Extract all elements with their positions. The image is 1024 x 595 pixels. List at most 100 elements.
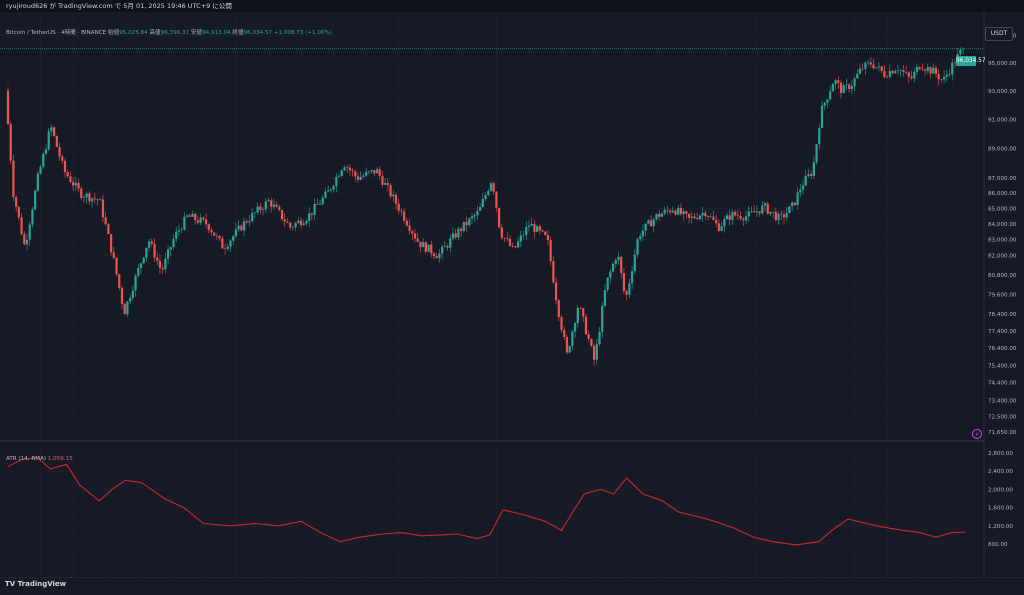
candle-body [237, 225, 240, 230]
candle-body [389, 185, 392, 197]
candle-body [603, 290, 607, 306]
candle-body [481, 199, 484, 208]
candle-body [571, 331, 574, 347]
candle-body [867, 62, 870, 64]
high-label: 高値 [149, 30, 161, 36]
candle-body [378, 169, 381, 176]
candle-body [283, 219, 286, 222]
candle-body [823, 102, 826, 106]
candle-body [207, 224, 210, 231]
candle-body [693, 216, 696, 219]
candle-body [20, 217, 23, 235]
candle-body [649, 220, 653, 227]
candle-body [880, 66, 883, 71]
candle-body [55, 135, 58, 147]
atr-value: 1,059.15 [47, 456, 73, 462]
candle-body [796, 192, 799, 206]
candle-body [386, 183, 389, 186]
candle-body [88, 193, 91, 202]
candle-body [861, 68, 864, 70]
atr-axis[interactable]: 2,800.00 2,400.00 2,000.00 1,600.00 1,200.00… [988, 451, 1013, 548]
candle-body [902, 70, 905, 73]
candle-body [107, 224, 110, 234]
candle-body [134, 275, 137, 291]
candle-body [261, 209, 265, 211]
currency-selector[interactable]: USDT [985, 27, 1013, 41]
candle-body [359, 176, 362, 180]
candle-body [441, 246, 444, 254]
candle-body [913, 71, 916, 79]
candle-body [533, 223, 536, 232]
candle-body [720, 226, 723, 231]
candle-body [489, 183, 493, 191]
candle-body [370, 170, 373, 172]
candle-body [346, 167, 349, 168]
tradingview-logo[interactable]: TV TradingView [5, 578, 66, 591]
price-tick-label: 78,400.00 [988, 312, 1017, 318]
candle-body [405, 220, 408, 226]
candle-body [460, 228, 463, 231]
candle-body [313, 203, 316, 215]
candle-body [636, 239, 639, 255]
candle-body [351, 170, 354, 172]
candle-body [685, 211, 688, 214]
candle-body [473, 215, 476, 217]
atr-label: ATR (14, RMA) [6, 456, 47, 462]
candle-body [267, 200, 270, 202]
candle-body [506, 237, 509, 239]
candle-body [934, 67, 938, 74]
candle-body [476, 210, 479, 216]
candle-body [633, 254, 636, 272]
candle-body [305, 220, 308, 224]
candle-body [731, 211, 734, 220]
chart-area[interactable]: 97,000.0095,000.0093,000.0091,000.0089,0… [0, 12, 1024, 591]
price-axis[interactable]: 97,000.0095,000.0093,000.0091,000.0089,0… [988, 34, 1017, 436]
candle-body [384, 183, 387, 185]
candle-body [625, 291, 628, 295]
candle-body [299, 220, 303, 226]
candle-body [253, 212, 257, 214]
candle-body [582, 308, 585, 317]
candle-body [332, 186, 335, 190]
candle-body [12, 160, 15, 198]
candle-body [373, 170, 376, 174]
candle-body [77, 182, 80, 189]
candle-body [177, 230, 181, 232]
candle-body [411, 231, 414, 234]
candle-body [663, 209, 666, 214]
footer: TV TradingView [0, 578, 1024, 591]
candle-body [769, 211, 772, 214]
candle-body [587, 334, 590, 340]
candle-body [356, 176, 360, 180]
candle-body [500, 227, 503, 238]
candle-body [565, 336, 569, 353]
candle-body [492, 183, 495, 192]
candle-body [704, 212, 707, 217]
price-tick-label: 87,000.00 [988, 176, 1017, 182]
chart-svg[interactable]: 97,000.0095,000.0093,000.0091,000.0089,0… [0, 12, 1024, 591]
candle-body [210, 230, 213, 233]
low-value: 94,913.04 [202, 30, 231, 36]
candle-body [810, 174, 813, 176]
candle-body [660, 213, 664, 217]
candle-body [308, 213, 311, 221]
candle-body [424, 242, 427, 252]
candle-body [397, 203, 400, 211]
lightning-icon[interactable]: ⚡ [975, 432, 979, 439]
candle-body [801, 185, 805, 190]
atr-legend[interactable]: ATR (14, RMA) 1,059.15 [6, 456, 73, 462]
candles[interactable] [6, 47, 965, 365]
candle-body [343, 167, 346, 171]
candle-body [408, 225, 411, 232]
candle-body [687, 213, 691, 218]
candle-body [671, 210, 674, 213]
candle-body [668, 210, 672, 213]
candle-body [872, 64, 875, 69]
candle-body [248, 221, 251, 223]
candle-body [403, 211, 406, 221]
candle-body [245, 221, 248, 223]
candle-body [755, 211, 758, 213]
candle-body [451, 233, 455, 239]
atr-tick-label: 800.00 [988, 542, 1008, 548]
candle-body [641, 230, 645, 237]
